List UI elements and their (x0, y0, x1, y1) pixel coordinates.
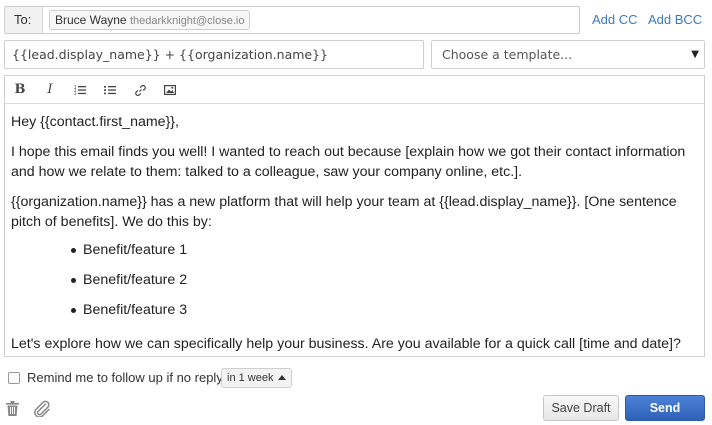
bold-icon[interactable]: B (9, 80, 31, 100)
add-cc-link[interactable]: Add CC (592, 12, 638, 27)
save-draft-button[interactable]: Save Draft (543, 395, 619, 421)
paperclip-icon[interactable] (33, 400, 51, 422)
email-editor[interactable]: B I 1 2 3 Hey {{contact.first_name}}, I … (4, 75, 705, 357)
recipient-name: Bruce Wayne (55, 13, 127, 27)
recipient-chip[interactable]: Bruce Wayne thedarkknight@close.io (49, 10, 251, 30)
send-button[interactable]: Send (625, 395, 705, 421)
add-bcc-link[interactable]: Add BCC (648, 12, 702, 27)
link-icon[interactable] (129, 80, 151, 100)
italic-icon[interactable]: I (39, 80, 61, 100)
subject-input[interactable]: {{lead.display_name}} + {{organization.n… (4, 40, 424, 69)
trash-icon[interactable] (6, 401, 19, 421)
body-paragraph: I hope this email finds you well! I want… (11, 144, 686, 180)
svg-text:3: 3 (74, 91, 77, 95)
unordered-list-icon[interactable] (99, 80, 121, 100)
template-select[interactable]: Choose a template... ▼ (431, 40, 705, 69)
email-body[interactable]: Hey {{contact.first_name}}, I hope this … (11, 112, 701, 364)
template-select-value: Choose a template... (442, 47, 573, 62)
reminder-duration-value: in 1 week (227, 372, 274, 384)
dropdown-caret-icon: ▼ (691, 49, 699, 60)
image-icon[interactable] (159, 80, 181, 100)
reminder-checkbox[interactable] (8, 372, 20, 384)
reminder-label: Remind me to follow up if no reply (27, 370, 223, 385)
list-item: Benefit/feature 2 (11, 270, 701, 300)
reminder-duration-dropdown[interactable]: in 1 week (221, 368, 293, 388)
list-item: Benefit/feature 1 (11, 240, 701, 270)
to-label: To: (5, 7, 43, 33)
benefits-list: Benefit/feature 1 Benefit/feature 2 Bene… (11, 240, 701, 330)
greeting: Hey {{contact.first_name}}, (11, 114, 179, 130)
to-field[interactable]: To: Bruce Wayne thedarkknight@close.io (4, 6, 580, 34)
closing-paragraph: Let's explore how we can specifically he… (11, 336, 681, 352)
body-paragraph: {{organization.name}} has a new platform… (11, 194, 677, 230)
recipient-email: thedarkknight@close.io (129, 15, 245, 27)
formatting-toolbar: B I 1 2 3 (5, 76, 704, 104)
caret-up-icon (278, 375, 287, 380)
list-item: Benefit/feature 3 (11, 300, 701, 330)
ordered-list-icon[interactable]: 1 2 3 (69, 80, 91, 100)
